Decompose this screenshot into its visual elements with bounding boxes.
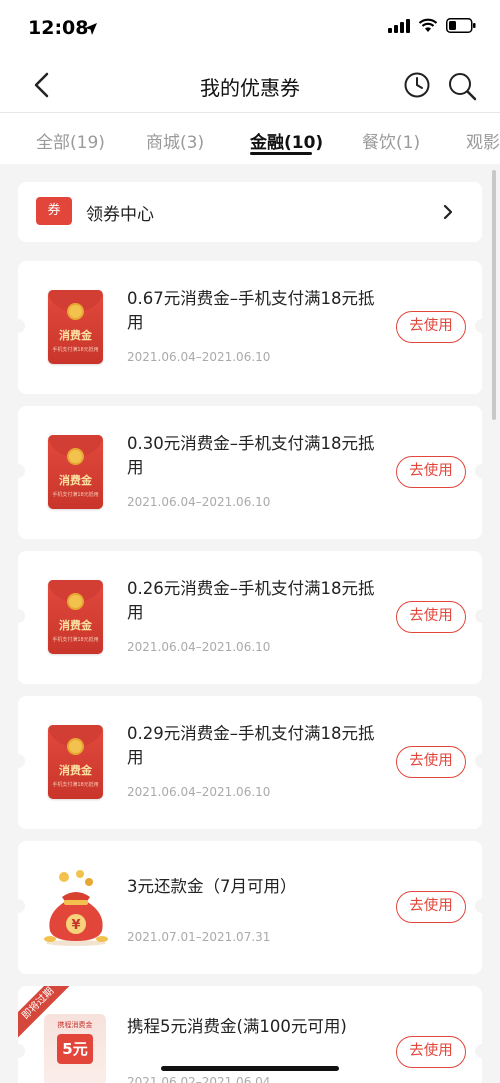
use-coupon-button[interactable]: 去使用 [396, 891, 466, 923]
use-coupon-button[interactable]: 去使用 [396, 456, 466, 488]
scrollbar[interactable] [492, 170, 496, 420]
use-coupon-button[interactable]: 去使用 [396, 601, 466, 633]
red-envelope-icon: 消费金 手机支付满18元抵用 [48, 435, 103, 509]
svg-text:¥: ¥ [71, 918, 80, 933]
coupon-title: 0.26元消费金–手机支付满18元抵用 [127, 579, 375, 622]
envelope-sublabel: 手机支付满18元抵用 [52, 492, 99, 498]
tab-all[interactable]: 全部(19) [36, 128, 105, 153]
coupon-title: 0.29元消费金–手机支付满18元抵用 [127, 724, 375, 767]
coupon-card: 消费金 手机支付满18元抵用 0.29元消费金–手机支付满18元抵用 2021.… [11, 696, 489, 829]
coupon-title: 3元还款金（7月可用） [127, 877, 297, 896]
status-time: 12:08 [28, 17, 89, 39]
wifi-icon [418, 18, 438, 32]
nav-bar: 我的优惠券 [0, 60, 500, 112]
coupon-card: ¥ 3元还款金（7月可用） 2021.07.01–2021.07.31 去使用 [11, 841, 489, 974]
use-coupon-button[interactable]: 去使用 [396, 311, 466, 343]
envelope-label: 消费金 [59, 329, 92, 342]
ctrip-voucher-label: 携程消费金 [57, 1021, 93, 1029]
coupon-title: 携程5元消费金(满100元可用) [127, 1017, 347, 1036]
coupon-validity: 2021.06.02–2021.06.04 [127, 1075, 271, 1083]
tab-finance[interactable]: 金融(10) [250, 128, 323, 153]
use-coupon-button[interactable]: 去使用 [396, 1036, 466, 1068]
chevron-right-icon [443, 204, 453, 220]
ctrip-voucher-icon: 携程消费金 5元 [44, 1014, 106, 1083]
envelope-sublabel: 手机支付满18元抵用 [52, 782, 99, 788]
use-coupon-button[interactable]: 去使用 [396, 746, 466, 778]
coupon-center-entry[interactable]: 券 领券中心 [18, 182, 482, 242]
cellular-signal-icon [388, 18, 410, 33]
coupon-title: 0.67元消费金–手机支付满18元抵用 [127, 289, 375, 332]
envelope-label: 消费金 [59, 764, 92, 777]
tab-dining[interactable]: 餐饮(1) [362, 128, 420, 153]
coupon-badge-icon: 券 [36, 197, 72, 225]
envelope-label: 消费金 [59, 619, 92, 632]
history-clock-icon[interactable] [403, 71, 431, 99]
home-indicator[interactable] [161, 1066, 339, 1071]
status-indicators [388, 18, 476, 33]
coupon-title: 0.30元消费金–手机支付满18元抵用 [127, 434, 375, 477]
tab-movies[interactable]: 观影 [466, 128, 500, 153]
coupon-validity: 2021.06.04–2021.06.10 [127, 350, 271, 364]
red-envelope-icon: 消费金 手机支付满18元抵用 [48, 725, 103, 799]
tab-mall[interactable]: 商城(3) [146, 128, 204, 153]
coupon-card: 消费金 手机支付满18元抵用 0.26元消费金–手机支付满18元抵用 2021.… [11, 551, 489, 684]
status-bar: 12:08 [0, 0, 500, 60]
location-arrow-icon [85, 23, 97, 35]
envelope-sublabel: 手机支付满18元抵用 [52, 347, 99, 353]
coupon-center-label: 领券中心 [86, 205, 154, 225]
coupon-card: 消费金 手机支付满18元抵用 0.67元消费金–手机支付满18元抵用 2021.… [11, 261, 489, 394]
money-bag-icon: ¥ [44, 870, 108, 946]
coupon-validity: 2021.07.01–2021.07.31 [127, 930, 271, 944]
envelope-sublabel: 手机支付满18元抵用 [52, 637, 99, 643]
category-tabs: 全部(19) 商城(3) 金融(10) 餐饮(1) 观影 [0, 112, 500, 164]
coupon-card: 消费金 手机支付满18元抵用 0.30元消费金–手机支付满18元抵用 2021.… [11, 406, 489, 539]
active-tab-indicator [250, 152, 312, 155]
red-envelope-icon: 消费金 手机支付满18元抵用 [48, 290, 103, 364]
ctrip-voucher-amount: 5元 [57, 1034, 93, 1064]
coupon-validity: 2021.06.04–2021.06.10 [127, 785, 271, 799]
coupon-validity: 2021.06.04–2021.06.10 [127, 640, 271, 654]
coupon-validity: 2021.06.04–2021.06.10 [127, 495, 271, 509]
envelope-label: 消费金 [59, 474, 92, 487]
battery-icon [446, 18, 476, 33]
coupon-list[interactable]: 券 领券中心 消费金 手机支付满18元抵用 0.67元消费金–手机支付满18元抵… [0, 164, 500, 1083]
red-envelope-icon: 消费金 手机支付满18元抵用 [48, 580, 103, 654]
search-icon[interactable] [447, 71, 477, 101]
